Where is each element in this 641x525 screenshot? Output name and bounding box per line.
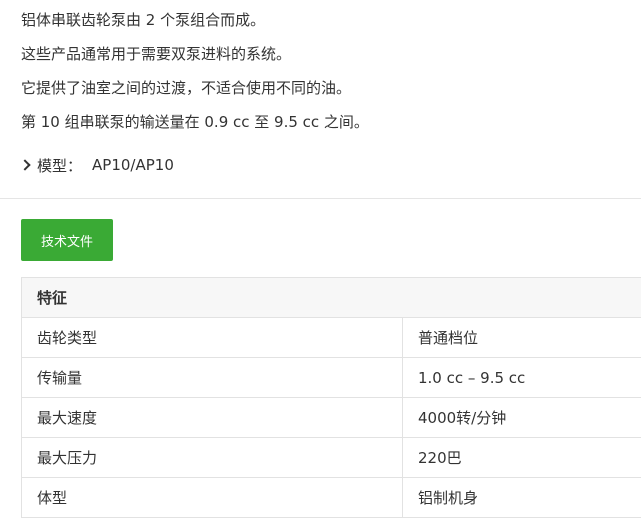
feature-value: 1.0 cc – 9.5 cc xyxy=(402,357,641,398)
table-row: 最大压力 220巴 xyxy=(21,437,641,478)
feature-value: 普通档位 xyxy=(402,317,641,358)
features-table: 特征 齿轮类型 普通档位 传输量 1.0 cc – 9.5 cc 最大速度 40… xyxy=(21,277,641,518)
model-label: 模型： xyxy=(37,156,83,175)
table-row: 传输量 1.0 cc – 9.5 cc xyxy=(21,357,641,398)
description-line: 铝体串联齿轮泵由 2 个泵组合而成。 xyxy=(21,11,266,29)
divider xyxy=(0,198,641,199)
features-header: 特征 xyxy=(21,277,641,318)
feature-name: 齿轮类型 xyxy=(21,317,403,358)
feature-value: 4000转/分钟 xyxy=(402,397,641,438)
feature-name: 最大速度 xyxy=(21,397,403,438)
table-row: 体型 铝制机身 xyxy=(21,477,641,518)
description-line: 第 10 组串联泵的输送量在 0.9 cc 至 9.5 cc 之间。 xyxy=(21,113,369,131)
description-line: 它提供了油室之间的过渡，不适合使用不同的油。 xyxy=(21,79,352,97)
product-description-section: 铝体串联齿轮泵由 2 个泵组合而成。 这些产品通常用于需要双泵进料的系统。 它提… xyxy=(19,0,641,177)
description-line: 这些产品通常用于需要双泵进料的系统。 xyxy=(21,45,292,63)
table-row: 最大速度 4000转/分钟 xyxy=(21,397,641,438)
chevron-right-icon xyxy=(19,159,31,171)
feature-value: 220巴 xyxy=(402,437,641,478)
table-row: 齿轮类型 普通档位 xyxy=(21,317,641,358)
feature-name: 体型 xyxy=(21,477,403,518)
product-description: 铝体串联齿轮泵由 2 个泵组合而成。 这些产品通常用于需要双泵进料的系统。 它提… xyxy=(21,0,641,139)
technical-documents-button[interactable]: 技术文件 xyxy=(21,219,113,261)
feature-name: 最大压力 xyxy=(21,437,403,478)
table-header-row: 特征 xyxy=(21,277,641,318)
model-value: AP10/AP10 xyxy=(92,156,174,174)
model-row: 模型： AP10/AP10 xyxy=(19,153,641,177)
feature-name: 传输量 xyxy=(21,357,403,398)
feature-value: 铝制机身 xyxy=(402,477,641,518)
